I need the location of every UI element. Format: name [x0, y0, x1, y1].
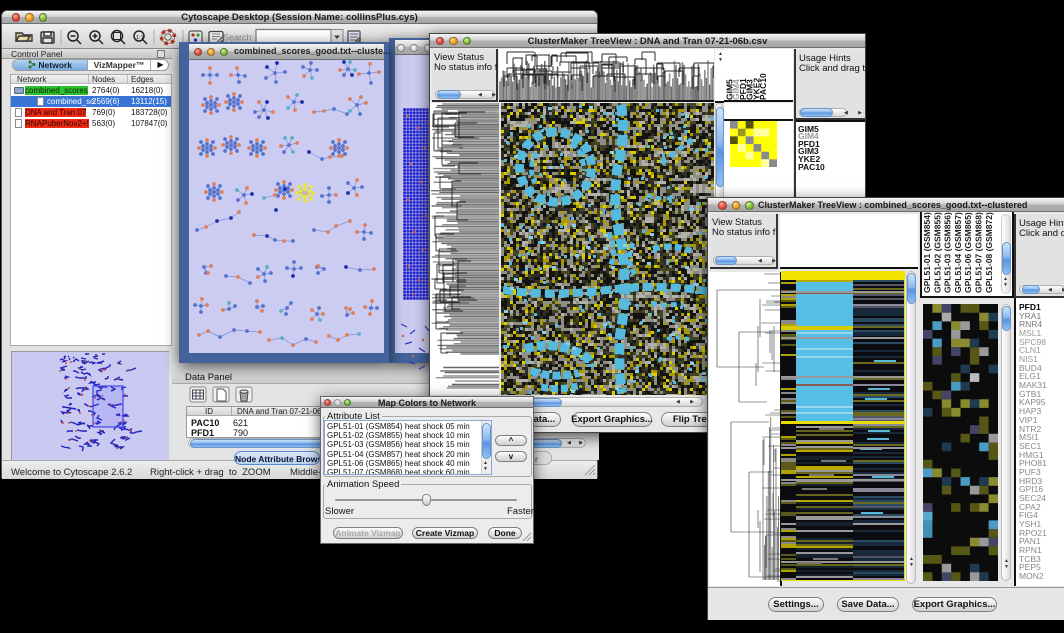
svg-text:PAC10: PAC10 — [758, 73, 768, 100]
svg-text:GPL51-02 (GSM855): GPL51-02 (GSM855) — [932, 212, 942, 293]
svg-text:1:1: 1:1 — [136, 35, 144, 41]
svg-text:GPL51-06 (GSM865): GPL51-06 (GSM865) — [963, 212, 973, 293]
svg-text:GPL51-01 (GSM854): GPL51-01 (GSM854) — [922, 212, 932, 293]
svg-text:GPL51-03 (GSM856): GPL51-03 (GSM856) — [943, 212, 953, 293]
svg-text:Search:: Search: — [223, 33, 254, 43]
svg-text:GPL51-07 (GSM868): GPL51-07 (GSM868) — [974, 212, 984, 293]
svg-text:GPL51-08 (GSM872): GPL51-08 (GSM872) — [984, 212, 994, 293]
svg-text:GPL51-04 (GSM857): GPL51-04 (GSM857) — [953, 212, 963, 293]
